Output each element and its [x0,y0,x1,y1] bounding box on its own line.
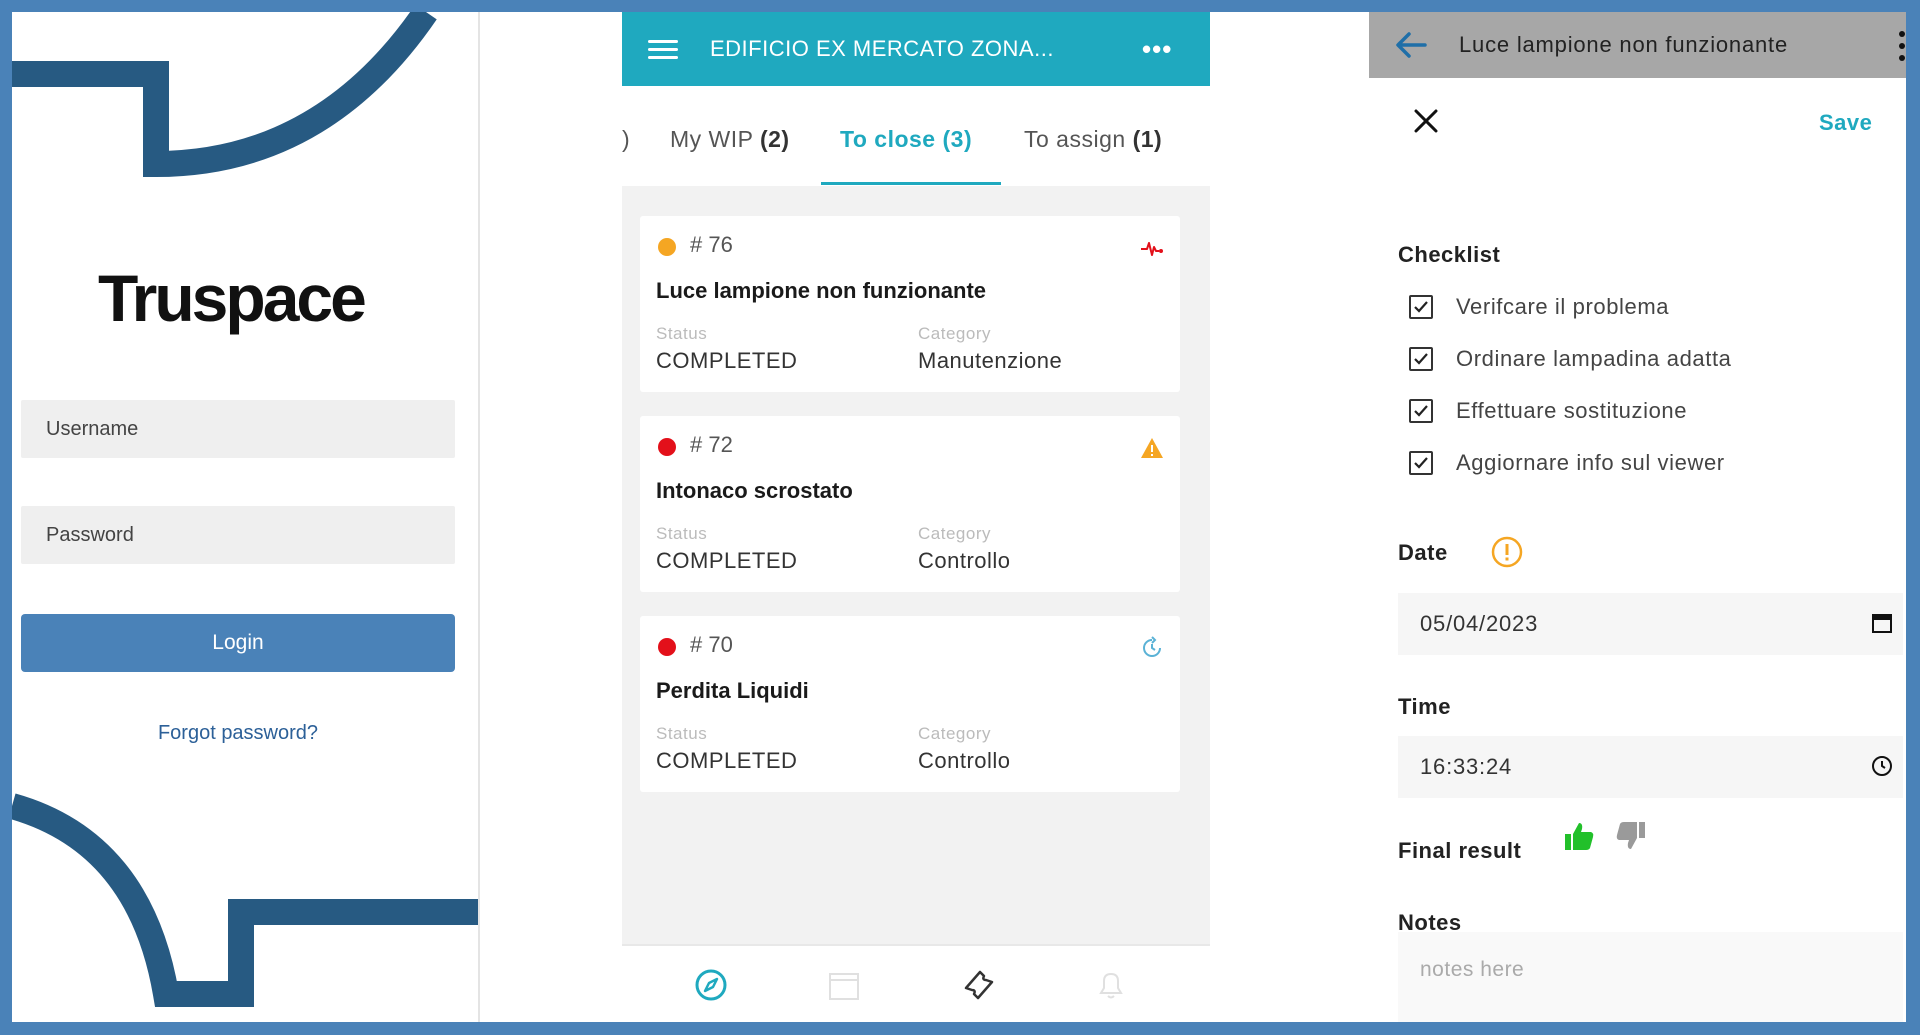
detail-title: Luce lampione non funzionante [1459,32,1788,57]
ticket-id: # 72 [690,432,733,457]
bell-icon[interactable] [1094,968,1128,1002]
pulse-icon [1141,242,1163,256]
app-bar: EDIFICIO EX MERCATO ZONA... ••• [622,12,1210,86]
status-value: COMPLETED [656,548,798,573]
bottom-navigation [622,944,1210,1022]
save-button[interactable]: Save [1819,110,1872,136]
tab-count: (1) [1132,126,1163,152]
tab-label: To assign [1024,126,1126,152]
tab-overflow[interactable]: ) [622,126,630,153]
checklist-item-label: Aggiornare info sul viewer [1456,450,1725,475]
password-input[interactable]: Password [21,506,455,564]
ticket-detail-screen: Luce lampione non funzionante Save Check… [1369,12,1906,1022]
time-label: Time [1398,694,1451,719]
thumbs-up-icon[interactable] [1563,820,1595,852]
kebab-menu-icon[interactable] [1899,30,1905,62]
category-value: Controllo [918,748,1011,773]
detail-app-bar: Luce lampione non funzionante [1369,12,1906,78]
tab-to-assign[interactable]: To assign (1) [1024,126,1162,153]
tab-count: (3) [942,126,973,152]
checklist-label: Checklist [1398,242,1501,267]
tab-label: To close [840,126,936,152]
ticket-title: Perdita Liquidi [656,678,809,703]
active-tab-indicator [821,182,1001,185]
ticket-list-screen: EDIFICIO EX MERCATO ZONA... ••• ) My WIP… [622,12,1210,1022]
checklist-checkbox[interactable] [1409,451,1433,475]
checklist-item-label: Effettuare sostituzione [1456,398,1688,423]
truspace-logo: Truspace [98,261,367,335]
app-screens-frame: Truspace Username Password Login Forgot … [12,12,1906,1022]
checklist-item-label: Verifcare il problema [1456,294,1670,319]
tab-my-wip[interactable]: My WIP (2) [670,126,790,153]
notes-input[interactable]: notes here [1398,932,1903,1022]
priority-dot [658,638,676,656]
status-value: COMPLETED [656,748,798,773]
ticket-id: # 76 [690,232,733,257]
notes-placeholder: notes here [1420,958,1525,981]
status-label: Status [656,324,708,343]
ticket-card[interactable]: # 72 Intonaco scrostato Status Category … [640,416,1180,592]
ticket-card[interactable]: # 76 Luce lampione non funzionante Statu… [640,216,1180,392]
date-label: Date [1398,540,1448,565]
compass-icon[interactable] [694,968,728,1002]
back-arrow-icon[interactable] [1395,30,1427,60]
priority-dot [658,438,676,456]
category-label: Category [918,524,991,543]
calendar-icon[interactable] [1870,611,1894,635]
thumbs-down-icon[interactable] [1615,820,1647,852]
tab-count: (2) [759,126,790,152]
status-label: Status [656,724,708,743]
calendar-icon[interactable] [827,968,861,1002]
category-value: Controllo [918,548,1011,573]
time-input[interactable]: 16:33:24 [1398,736,1903,798]
checklist-checkbox[interactable] [1409,399,1433,423]
category-label: Category [918,324,991,343]
login-screen: Truspace Username Password Login Forgot … [12,12,478,1022]
close-icon[interactable] [1413,108,1439,134]
category-value: Manutenzione [918,348,1063,373]
status-value: COMPLETED [656,348,798,373]
tab-label: My WIP [670,126,754,152]
time-value: 16:33:24 [1420,754,1513,779]
ticket-title: Luce lampione non funzionante [656,278,986,303]
ticket-title: Intonaco scrostato [656,478,853,503]
forgot-password-link[interactable]: Forgot password? [21,722,455,745]
priority-dot [658,238,676,256]
date-input[interactable]: 05/04/2023 [1398,593,1903,655]
checklist-checkbox[interactable] [1409,347,1433,371]
checklist-item-label: Ordinare lampadina adatta [1456,346,1732,371]
ticket-card[interactable]: # 70 Perdita Liquidi Status Category COM… [640,616,1180,792]
login-button[interactable]: Login [21,614,455,672]
ticket-id: # 70 [690,632,733,657]
final-result-label: Final result [1398,838,1522,863]
hamburger-menu-icon[interactable] [648,40,678,60]
category-label: Category [918,724,991,743]
panel-divider [478,12,480,1022]
refresh-clock-icon [1143,636,1161,657]
ticket-icon[interactable] [962,968,996,1002]
date-value: 05/04/2023 [1420,611,1539,636]
warning-triangle-icon [1141,438,1163,458]
status-label: Status [656,524,708,543]
tab-to-close[interactable]: To close (3) [840,126,972,153]
username-input[interactable]: Username [21,400,455,458]
more-options-icon[interactable]: ••• [1142,34,1172,65]
checklist-checkbox[interactable] [1409,295,1433,319]
warning-circle-icon [1491,536,1523,568]
ticket-tabs: ) My WIP (2) To close (3) To assign (1) [622,86,1210,186]
building-title: EDIFICIO EX MERCATO ZONA... [710,36,1054,61]
clock-icon[interactable] [1870,754,1894,778]
